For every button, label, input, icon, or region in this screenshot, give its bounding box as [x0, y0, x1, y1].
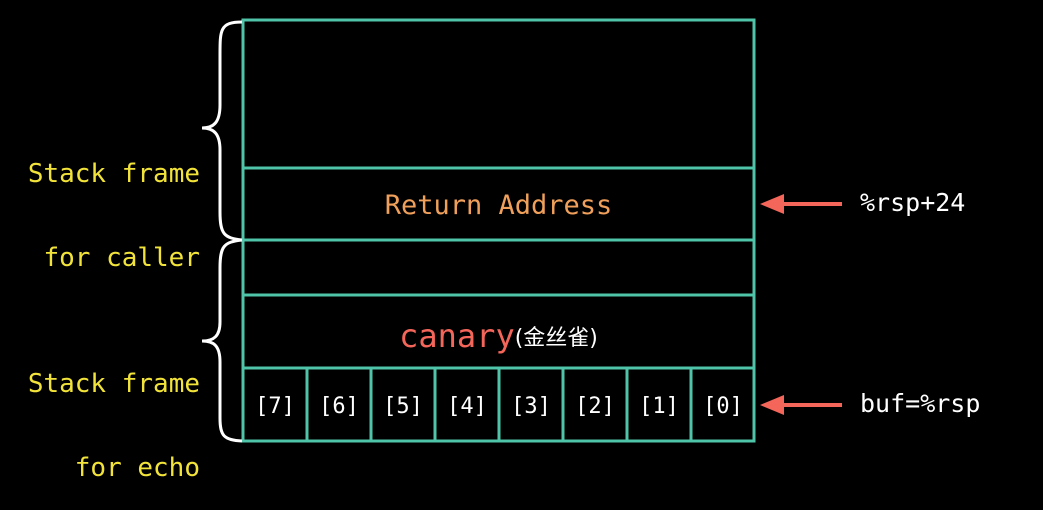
buffer-cell: [5] — [383, 393, 423, 419]
caller-frame-label-line1: Stack frame — [27, 159, 200, 189]
buffer-cell: [7] — [255, 393, 295, 419]
canary-label: canary — [399, 317, 515, 355]
buffer-cell: [4] — [447, 393, 487, 419]
buf-pointer-arrow-icon — [760, 395, 842, 415]
canary-row: canary (金丝雀) — [243, 312, 754, 360]
return-address-pointer-label: %rsp+24 — [860, 188, 966, 217]
return-address-label: Return Address — [384, 189, 613, 221]
buffer-cell: [3] — [511, 393, 551, 419]
return-address-arrow-icon — [760, 194, 842, 214]
echo-brace-icon — [201, 238, 243, 443]
buffer-cell: [2] — [575, 393, 615, 419]
buffer-cell: [6] — [319, 393, 359, 419]
buffer-cell: [1] — [639, 393, 679, 419]
buf-pointer-label: buf=%rsp — [860, 389, 981, 418]
buffer-cell: [0] — [703, 393, 743, 419]
echo-frame-label-line1: Stack frame — [27, 369, 200, 399]
echo-frame-label: Stack frame for echo — [0, 314, 200, 510]
caller-brace-icon — [201, 20, 243, 242]
caller-frame-label: Stack frame for caller — [0, 104, 200, 300]
caller-frame-label-line2: for caller — [43, 243, 200, 273]
canary-note: (金丝雀) — [514, 326, 598, 351]
echo-frame-label-line2: for echo — [74, 453, 200, 483]
